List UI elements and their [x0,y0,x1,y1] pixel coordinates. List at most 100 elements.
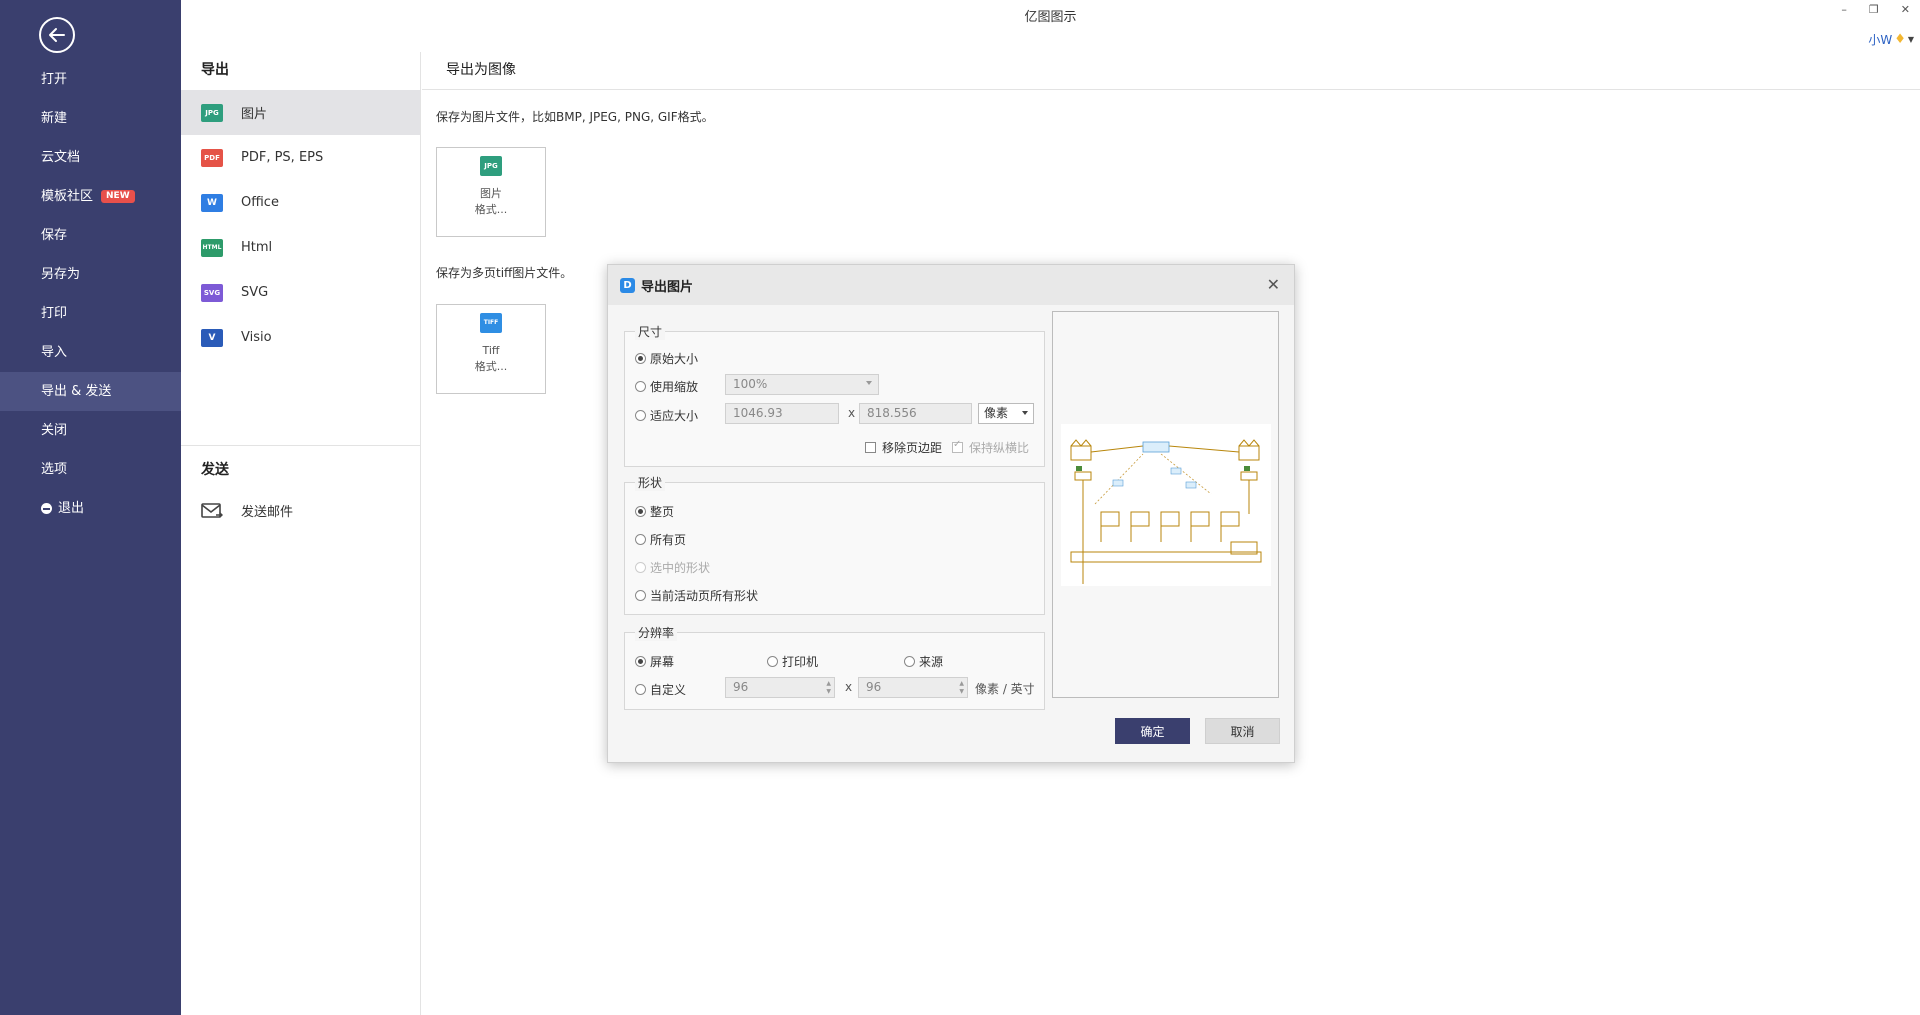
nav-import[interactable]: 导入 [0,333,181,372]
keep-ratio-option[interactable]: 保持纵横比 [952,439,1029,456]
custom-option[interactable]: 自定义 [635,681,686,698]
caret-down-icon: ▼ [1907,35,1914,44]
remove-margin-option[interactable]: 移除页边距 [865,439,942,456]
export-type-list: JPG 图片 PDF PDF, PS, EPS W Office HTML Ht… [181,90,420,360]
keep-ratio-checkbox[interactable] [952,439,963,453]
fit-size-option[interactable]: 适应大小 [635,407,698,424]
whole-page-option[interactable]: 整页 [635,503,674,520]
nav-save-as[interactable]: 另存为 [0,255,181,294]
source-radio[interactable] [904,656,915,667]
printer-option[interactable]: 打印机 [767,653,818,670]
nav-export-send[interactable]: 导出 & 发送 [0,372,181,411]
back-button[interactable] [39,17,75,53]
nav-new[interactable]: 新建 [0,99,181,138]
flowchart-thumbnail-icon [1070,439,1262,584]
screen-radio[interactable] [635,656,646,667]
remove-margin-checkbox[interactable] [865,442,876,453]
new-badge: NEW [101,190,135,203]
dpi-x-input[interactable]: 96 ▲ ▼ [725,677,835,698]
send-email-item[interactable]: 发送邮件 [181,488,421,533]
original-size-radio[interactable] [635,353,646,364]
printer-radio[interactable] [767,656,778,667]
selected-shapes-radio [635,562,646,573]
size-group: 尺寸 原始大小 使用缩放 100% 适应大小 1046.93 x 818.556… [624,323,1045,467]
tiff-format-card[interactable]: TIFF Tiff 格式... [436,304,546,394]
export-item-html[interactable]: HTML Html [181,225,420,270]
height-input[interactable]: 818.556 [859,403,972,424]
tiff-description: 保存为多页tiff图片文件。 [436,266,573,280]
ok-button[interactable]: 确定 [1115,718,1190,744]
nav-print[interactable]: 打印 [0,294,181,333]
minimize-icon[interactable]: – [1841,3,1847,16]
selected-shapes-option: 选中的形状 [635,559,710,576]
export-item-pdf[interactable]: PDF PDF, PS, EPS [181,135,420,180]
all-pages-radio[interactable] [635,534,646,545]
chevron-down-icon [866,381,872,385]
fit-size-radio[interactable] [635,410,646,421]
svg-file-icon: SVG [201,283,223,302]
export-item-office[interactable]: W Office [181,180,420,225]
nav-template-community[interactable]: 模板社区 NEW [0,177,181,216]
screen-option[interactable]: 屏幕 [635,653,674,670]
diagram-thumbnail [1061,424,1271,586]
whole-page-radio[interactable] [635,506,646,517]
all-pages-option[interactable]: 所有页 [635,531,686,548]
resolution-group-label: 分辨率 [635,624,678,641]
use-scale-option[interactable]: 使用缩放 [635,378,698,395]
dpi-x-separator: x [845,680,853,694]
window-controls: – ❐ ✕ [1841,3,1910,16]
jpg-file-icon: JPG [201,103,223,122]
content-title: 导出为图像 [422,52,1920,90]
use-scale-radio[interactable] [635,381,646,392]
nav-options[interactable]: 选项 [0,450,181,489]
active-page-shapes-option[interactable]: 当前活动页所有形状 [635,587,758,604]
export-image-dialog: D 导出图片 ✕ 尺寸 原始大小 使用缩放 100% 适应大小 1046.93 … [607,264,1295,763]
spinner-icon[interactable]: ▲ ▼ [959,680,964,696]
nav-exit[interactable]: 退出 [0,489,181,528]
original-size-option[interactable]: 原始大小 [635,350,698,367]
export-item-svg[interactable]: SVG SVG [181,270,420,315]
html-file-icon: HTML [201,238,223,257]
jpg-file-icon: JPG [480,156,502,176]
nav-close[interactable]: 关闭 [0,411,181,450]
source-option[interactable]: 来源 [904,653,943,670]
restore-icon[interactable]: ❐ [1869,3,1879,16]
scale-select[interactable]: 100% [725,374,879,395]
nav-open[interactable]: 打开 [0,60,181,99]
nav-cloud-docs[interactable]: 云文档 [0,138,181,177]
exit-icon [41,503,52,514]
dialog-close-icon[interactable]: ✕ [1267,275,1280,294]
unit-select[interactable]: 像素 [978,403,1034,424]
image-description: 保存为图片文件，比如BMP, JPEG, PNG, GIF格式。 [436,110,714,124]
cancel-button[interactable]: 取消 [1205,718,1280,744]
custom-radio[interactable] [635,684,646,695]
resolution-group: 分辨率 屏幕 打印机 来源 自定义 96 ▲ ▼ x 96 ▲ ▼ 像素 / 英寸 [624,624,1045,710]
user-menu[interactable]: 小W ♦ ▼ [1868,31,1914,48]
word-file-icon: W [201,193,223,212]
export-section-title: 导出 [201,62,229,78]
shape-group-label: 形状 [635,474,666,491]
send-section-title: 发送 [201,462,229,478]
divider [181,445,421,446]
tiff-file-icon: TIFF [480,313,502,333]
close-window-icon[interactable]: ✕ [1901,3,1910,16]
export-item-image[interactable]: JPG 图片 [181,90,420,135]
dpi-y-input[interactable]: 96 ▲ ▼ [858,677,968,698]
spinner-icon[interactable]: ▲ ▼ [826,680,831,696]
export-item-visio[interactable]: V Visio [181,315,420,360]
visio-file-icon: V [201,328,223,347]
width-input[interactable]: 1046.93 [725,403,839,424]
user-name: 小W [1868,33,1893,47]
email-icon [201,502,223,518]
active-page-shapes-radio[interactable] [635,590,646,601]
nav-save[interactable]: 保存 [0,216,181,255]
dialog-title: 导出图片 [641,279,694,295]
size-x-separator: x [848,406,856,420]
send-section: 发送 发送邮件 [181,452,421,533]
size-group-label: 尺寸 [635,323,666,340]
app-title: 亿图图示 [1024,10,1077,25]
arrow-left-icon [49,28,65,42]
export-type-panel: 导出 JPG 图片 PDF PDF, PS, EPS W Office HTML… [181,52,421,1015]
export-preview [1052,311,1279,698]
image-format-card[interactable]: JPG 图片 格式... [436,147,546,237]
